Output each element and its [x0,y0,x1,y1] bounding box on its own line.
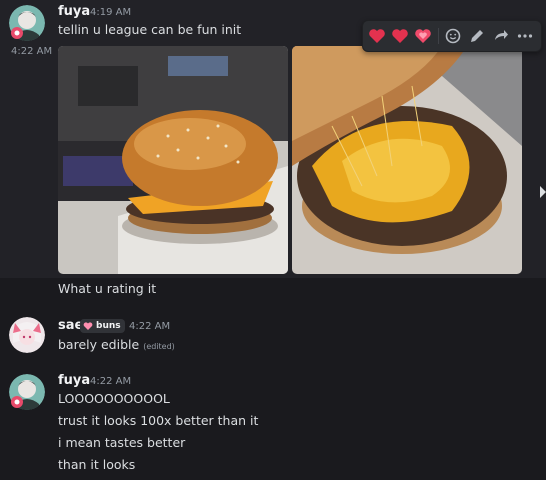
server-tag[interactable]: buns [80,319,125,333]
message-hover-toolbar [362,20,542,52]
toolbar-divider [438,28,439,44]
heart-badge-icon [83,322,93,330]
cursor-caret-icon [540,186,546,198]
username[interactable]: fuya [58,373,90,388]
message-line: i mean tastes better [58,435,186,450]
avatar-decoration-icon [11,27,23,39]
username[interactable]: fuya [58,4,90,19]
message-line: than it looks [58,457,136,472]
add-reaction-icon[interactable] [443,26,463,46]
message-line: LOOOOOOOOOOL [58,391,170,406]
reply-icon[interactable] [491,26,511,46]
red-heart-reaction-icon[interactable] [367,26,387,46]
edit-icon[interactable] [467,26,487,46]
timestamp[interactable]: 4:22 AM [90,376,131,387]
message-line: trust it looks 100x better than it [58,413,259,428]
image-attachment-burger-cheese[interactable] [292,46,522,274]
more-icon[interactable] [515,26,535,46]
message-text: tellin u league can be fun init [58,22,242,37]
timestamp[interactable]: 4:19 AM [90,7,131,18]
continuation-timestamp[interactable]: 4:22 AM [11,46,52,57]
image-attachment-burger-desk[interactable] [58,46,288,274]
timestamp[interactable]: 4:22 AM [129,321,170,332]
red-heart-reaction-icon[interactable] [390,26,410,46]
message-text: barely edible (edited) [58,337,175,352]
message-body: barely edible [58,337,140,352]
avatar-sae[interactable] [9,317,45,353]
heart-reaction-icon[interactable] [413,26,433,46]
followup-message-text: What u rating it [58,281,157,296]
edited-label[interactable]: (edited) [143,342,175,351]
server-tag-label: buns [96,321,121,331]
avatar-decoration-icon [11,396,23,408]
